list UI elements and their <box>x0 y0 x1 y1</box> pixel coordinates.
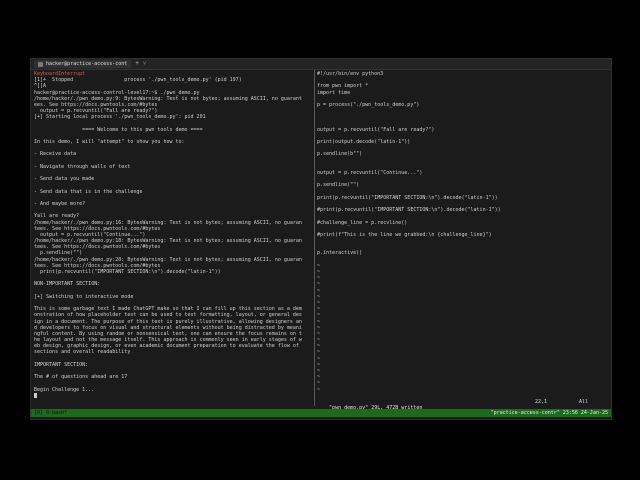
terminal-output-line: d developers to focus on visual and stru… <box>34 324 302 331</box>
terminal-window[interactable]: hacker@practice-access-cont + ˅ Keyboard… <box>30 58 612 420</box>
vim-scroll-indicator: All <box>579 399 589 405</box>
vim-cursor-position: 22,1 <box>535 399 548 405</box>
terminal-icon <box>38 61 43 67</box>
tab-title: hacker@practice-access-cont <box>46 61 128 67</box>
tmux-window-list[interactable]: [0] 0:bash* <box>34 409 67 417</box>
terminal-output-line: /home/hacker/./pwn_demo.py:20: BytesWarn… <box>34 256 302 263</box>
terminal-cursor <box>34 392 312 399</box>
tmux-status-bar: [0] 0:bash* "practice-access-contr" 23:5… <box>31 409 611 417</box>
shell-pane[interactable]: KeyboardInterrupt [1]+ Stopped process '.… <box>34 71 312 405</box>
terminal-output-line: ign in a document. The purpose of this t… <box>34 318 302 325</box>
vim-editor-pane[interactable]: #!/usr/bin/env python3 from pwn import * i… <box>317 71 607 405</box>
chevron-down-icon[interactable]: ˅ <box>143 60 146 68</box>
terminal-output-line: onstration of how placeholder text can b… <box>34 312 302 319</box>
code-line: ~ <box>317 386 321 393</box>
tmux-session-info: "practice-access-contr" 23:56 24-Jan-25 <box>490 410 608 416</box>
terminal-tab[interactable]: hacker@practice-access-cont <box>34 60 132 68</box>
pane-divider[interactable] <box>314 70 315 406</box>
new-tab-icon[interactable]: + <box>135 60 139 68</box>
terminal-output-line: /home/hacker/./pwn_demo.py:16: BytesWarn… <box>34 219 302 226</box>
vim-status-line: "pwn_demo.py" 29L, 472B written 22,1 All <box>317 399 607 411</box>
title-bar: hacker@practice-access-cont + ˅ <box>31 59 611 70</box>
